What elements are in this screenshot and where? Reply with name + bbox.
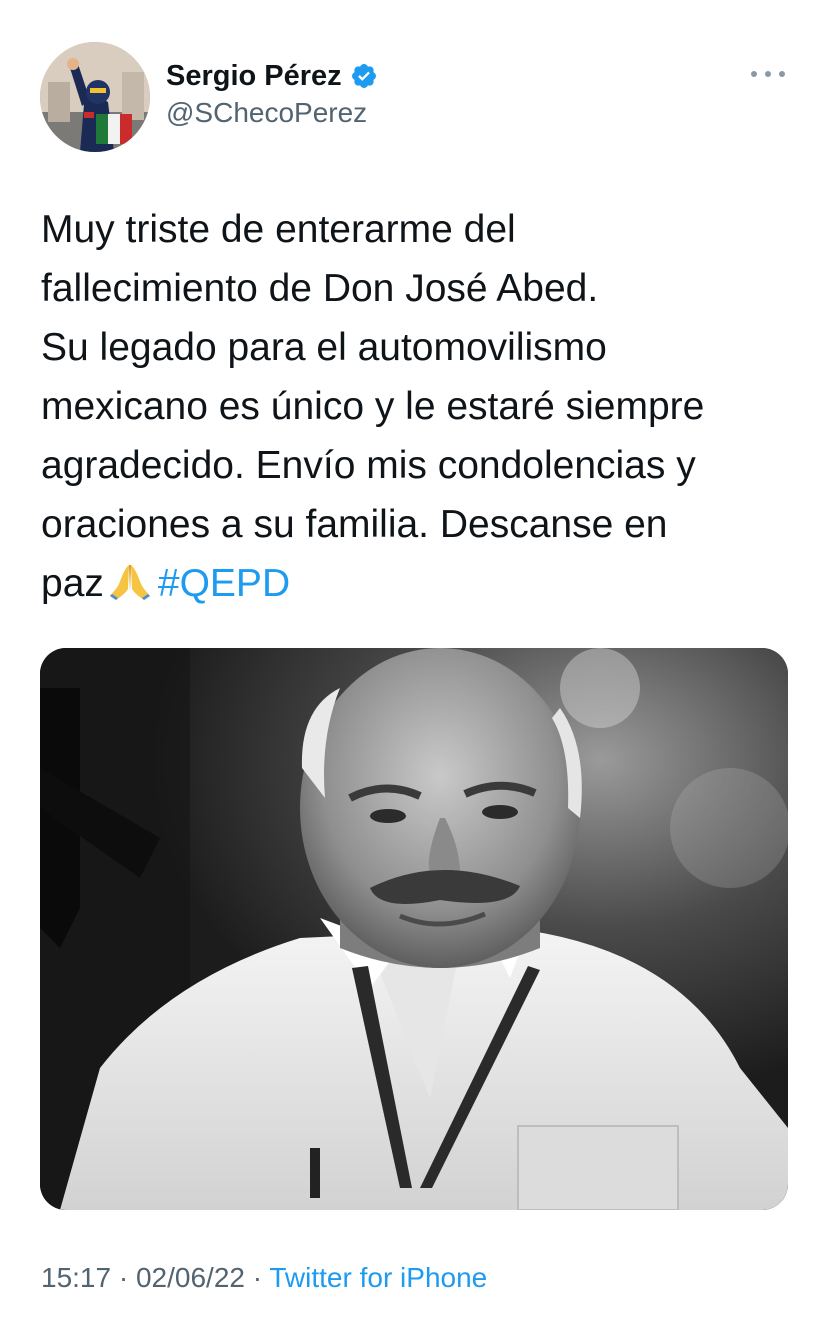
tweet-line: mexicano es único y le estaré siempre (41, 385, 705, 428)
tweet-line: fallecimiento de Don José Abed. (41, 267, 599, 310)
tweet-line: Muy triste de enterarme del (41, 208, 516, 251)
tweet-text: Muy triste de enterarme del fallecimient… (41, 200, 811, 613)
tweet-media-photo[interactable] (40, 648, 788, 1210)
meta-separator: · (252, 1262, 263, 1293)
tweet-date[interactable]: 02/06/22 (136, 1262, 245, 1293)
profile-photo (40, 42, 150, 152)
hashtag-link[interactable]: #QEPD (158, 562, 290, 605)
tweet-line: Su legado para el automovilismo (41, 326, 607, 369)
meta-separator: · (118, 1262, 129, 1293)
tweet-last-word: paz (41, 562, 104, 605)
black-and-white-portrait-photo (40, 648, 788, 1210)
author-handle[interactable]: @SChecoPerez (166, 97, 367, 129)
more-options-icon[interactable] (751, 64, 785, 84)
verified-badge-icon (350, 62, 378, 90)
tweet-time[interactable]: 15:17 (41, 1262, 111, 1293)
author-name-row[interactable]: Sergio Pérez (166, 58, 378, 94)
tweet-line: oraciones a su familia. Descanse en (41, 503, 668, 546)
avatar[interactable] (40, 42, 150, 152)
tweet-line: agradecido. Envío mis condolencias y (41, 444, 696, 487)
folded-hands-icon (108, 560, 152, 619)
tweet-last-line: paz #QEPD (41, 554, 811, 613)
display-name[interactable]: Sergio Pérez (166, 60, 342, 93)
tweet-source-link[interactable]: Twitter for iPhone (269, 1262, 487, 1293)
tweet-meta: 15:17 · 02/06/22 · Twitter for iPhone (41, 1262, 487, 1294)
